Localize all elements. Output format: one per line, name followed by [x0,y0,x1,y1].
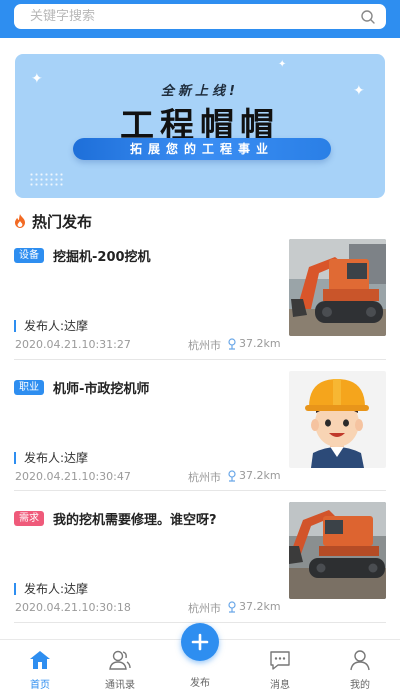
sparkle-icon: ✦ [278,59,287,70]
tab-contacts[interactable]: 通讯录 [90,648,150,691]
top-bar [0,0,400,38]
post-tag: 需求 [14,511,44,526]
post-city: 杭州市 [188,602,221,615]
post-date: 2020.04.21.10:30:47 [15,470,131,483]
location-icon [228,337,236,350]
tab-label: 我的 [350,680,370,691]
post-publisher: 发布人:达摩 [14,317,88,334]
post-publisher: 发布人:达摩 [14,449,88,466]
worker-avatar-image[interactable] [289,371,386,468]
excavator-image[interactable] [289,502,386,599]
tab-label: 消息 [270,680,290,691]
tab-mine[interactable]: 我的 [330,648,390,691]
post-card[interactable]: 设备 挖掘机-200挖机 发布人:达摩 2020.04.21.10:31:27 … [14,239,386,356]
section-header: 热门发布 [14,211,92,231]
dot-pattern [29,172,65,188]
user-icon [350,650,370,671]
post-distance: 37.2km [227,600,281,613]
post-city: 杭州市 [188,471,221,484]
post-distance: 37.2km [227,337,281,350]
message-icon [270,651,290,670]
plus-icon [191,633,209,651]
post-distance: 37.2km [227,469,281,482]
post-card[interactable]: 职业 机师-市政挖机师 发布人:达摩 2020.04.21.10:30:47 杭… [14,371,386,488]
post-tag: 设备 [14,248,44,263]
search-input[interactable] [30,9,360,24]
location-icon [228,469,236,482]
post-tag: 职业 [14,380,44,395]
post-city: 杭州市 [188,339,221,352]
post-title[interactable]: 挖掘机-200挖机 [53,246,151,265]
post-card[interactable]: 需求 我的挖机需要修理。谁空呀? 发布人:达摩 2020.04.21.10:30… [14,502,386,619]
home-icon [30,651,50,669]
tab-publish-label[interactable]: 发布 [170,674,230,689]
publish-button[interactable] [181,623,219,661]
tab-label: 首页 [30,680,50,691]
tab-messages[interactable]: 消息 [250,648,310,691]
divider [14,359,386,360]
fire-icon [15,214,25,228]
excavator-image[interactable] [289,239,386,336]
search-bar[interactable] [14,4,386,29]
banner-slogan: 拓展您的工程事业 [73,138,331,160]
contacts-icon [109,650,131,670]
tab-label: 通讯录 [105,680,135,691]
post-title[interactable]: 我的挖机需要修理。谁空呀? [53,509,217,528]
divider [14,490,386,491]
search-icon[interactable] [360,9,376,25]
tab-home[interactable]: 首页 [10,648,70,691]
post-publisher: 发布人:达摩 [14,580,88,597]
location-icon [228,600,236,613]
promo-banner[interactable]: ✦ ✦ ✦ 全新上线! 工程帽帽 拓展您的工程事业 [15,54,385,198]
section-title: 热门发布 [32,212,93,231]
post-date: 2020.04.21.10:31:27 [15,338,131,351]
post-title[interactable]: 机师-市政挖机师 [53,378,149,397]
post-date: 2020.04.21.10:30:18 [15,601,131,614]
banner-subtitle: 全新上线! [161,84,239,99]
